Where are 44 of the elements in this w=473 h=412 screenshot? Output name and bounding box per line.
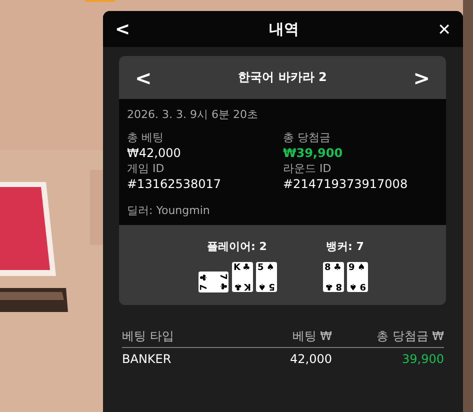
table-cell-text: BANKER (122, 352, 172, 366)
card-rank: 5 (258, 263, 264, 274)
hand-score: 플레이어: 2 (207, 239, 267, 254)
card-suit: ♣ (199, 274, 210, 282)
card-rank: 9 (359, 280, 366, 291)
card-rank: 7 (216, 274, 227, 280)
hand-score: 뱅커: 7 (326, 239, 364, 254)
card-suit: ♠ (266, 263, 274, 274)
field-label: 게임 ID (127, 162, 166, 176)
card-suit: ♣ (242, 263, 250, 274)
previous-button[interactable]: < (127, 66, 160, 90)
card-suit: ♣ (333, 263, 342, 274)
table-cell-text: 42,000 (289, 352, 332, 366)
dealer-name: 딜러: Youngmin (127, 203, 211, 218)
column-header: 베팅 ₩ (291, 328, 332, 344)
column-header: 베팅 타입 (122, 328, 175, 344)
field-value: #214719373917008 (283, 176, 409, 193)
card-suit: ♠ (357, 263, 366, 274)
field-label: 총 베팅 (127, 131, 164, 145)
round-datetime: 2026. 3. 3. 9시 6분 20초 (127, 107, 259, 122)
close-button[interactable]: ✕ (434, 20, 455, 38)
card-suit: ♠ (258, 280, 266, 291)
card-rank: 8 (335, 280, 342, 291)
card-rank: K (234, 263, 240, 274)
field-value: ₩42,000 (127, 145, 182, 162)
field-label: 총 당첨금 (283, 131, 332, 145)
card-rank: 8 (324, 263, 331, 274)
back-button[interactable]: < (111, 18, 134, 40)
panel-title: 내역 (268, 20, 299, 38)
card-suit: ♣ (216, 282, 227, 290)
card-rank: K (244, 280, 250, 291)
field-value: #13162538017 (127, 176, 222, 193)
card-rank: 7 (199, 284, 210, 290)
card-suit: ♣ (324, 280, 333, 291)
game-name: 한국어 바카라 2 (238, 69, 327, 86)
card-rank: 5 (268, 280, 274, 291)
table-cell-text: 39,900 (401, 352, 444, 366)
card-suit: ♠ (348, 280, 357, 291)
card-suit: ♣ (234, 280, 242, 291)
card-rank: 9 (348, 263, 355, 274)
field-value: ₩39,900 (283, 145, 344, 162)
field-label: 라운드 ID (283, 162, 332, 176)
next-button[interactable]: > (405, 66, 438, 90)
column-header: 총 당첨금 ₩ (376, 328, 444, 344)
